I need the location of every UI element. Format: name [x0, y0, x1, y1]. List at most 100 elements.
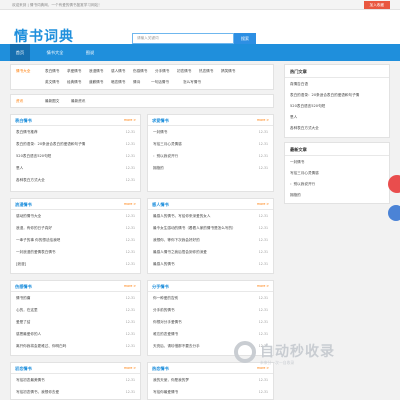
- header: 情书词典 请输入关键词 搜索: [0, 10, 400, 46]
- more-link[interactable]: more >: [124, 202, 136, 206]
- sidebar-item[interactable]: 写给三月心灵情感: [290, 171, 319, 176]
- float-top-icon[interactable]: [388, 205, 400, 221]
- list-item[interactable]: 各种表白方式大全: [16, 178, 45, 183]
- panel-title[interactable]: 伤感情书: [15, 284, 32, 290]
- category-link[interactable]: 伤感情书: [133, 69, 147, 74]
- tab-latest-news[interactable]: 最新资讯: [71, 99, 85, 104]
- list-item[interactable]: 心的，在这里: [16, 308, 38, 313]
- nav-item-home[interactable]: 首页: [10, 44, 30, 61]
- sidebar-item[interactable]: 拥抱的: [290, 193, 301, 198]
- sidebar-item[interactable]: ：别以我说开行: [290, 182, 315, 187]
- list-date: 12-31: [125, 378, 135, 382]
- category-link[interactable]: 一句话情书: [151, 80, 169, 85]
- category-link[interactable]: 暗恋情书: [111, 80, 125, 85]
- divider: [285, 155, 389, 156]
- list-item[interactable]: 写给初恋最美情书: [16, 378, 45, 383]
- news-bar-title: 资讯: [16, 99, 24, 103]
- more-link[interactable]: more >: [124, 366, 136, 370]
- panel-courtship: 求爱情书 more > 一封情书 12-31 写给三月心灵情感 12-31 ：别…: [147, 114, 274, 192]
- list-item[interactable]: 拥抱的: [153, 166, 164, 171]
- list-date: 12-31: [258, 166, 268, 170]
- panel-title[interactable]: 热恋情书: [152, 366, 169, 372]
- list-item[interactable]: 最感人的情书，写给你来深爱的女人: [153, 214, 211, 219]
- category-link[interactable]: 怎么写情书: [183, 80, 201, 85]
- category-link[interactable]: 浪漫情书: [89, 69, 103, 74]
- list-date: 12-31: [258, 250, 268, 254]
- list-item[interactable]: [浪漫]: [16, 262, 26, 267]
- list-item[interactable]: 写给初恋情书，我想你去爱: [16, 390, 59, 395]
- panel-title[interactable]: 感人情书: [152, 202, 169, 208]
- panel-title[interactable]: 求爱情书: [152, 118, 169, 124]
- list-item[interactable]: 离开你我将会更难过、你明白吗: [16, 344, 66, 349]
- category-link[interactable]: 道歉情书: [89, 80, 103, 85]
- more-link[interactable]: more >: [124, 118, 136, 122]
- list-item[interactable]: 最感人的情书: [153, 262, 175, 267]
- panel-title[interactable]: 初恋情书: [15, 366, 32, 372]
- panel-title[interactable]: 表白情书: [15, 118, 32, 124]
- sidebar-item[interactable]: 520表白语言520句短: [290, 104, 325, 109]
- list-item[interactable]: 感动的情书大全: [16, 214, 41, 219]
- list-item[interactable]: 写给你最爱情书: [153, 390, 178, 395]
- category-link[interactable]: 热恋情书: [199, 69, 213, 74]
- list-item[interactable]: 分手前的情书: [153, 308, 175, 313]
- list-date: 12-31: [125, 154, 135, 158]
- category-link[interactable]: 感人情书: [111, 69, 125, 74]
- sidebar-item[interactable]: 各种表白方式大全: [290, 126, 319, 131]
- tab-latest-pictures[interactable]: 最新图文: [45, 99, 59, 104]
- category-link[interactable]: 搞笑情书: [221, 69, 235, 74]
- float-share-icon[interactable]: [388, 175, 400, 193]
- category-link[interactable]: 求爱情书: [67, 69, 81, 74]
- list-item[interactable]: 情书的痛: [16, 296, 30, 301]
- panel-sad: 伤感情书 more > 情书的痛 12-31 心的，在这里 12-31 爱是了结…: [10, 280, 141, 356]
- list-item[interactable]: 浪漫，有你的日子真好: [16, 226, 52, 231]
- list-item[interactable]: 表白的语录：20条适合表白的爱语和句子情: [16, 142, 85, 147]
- more-link[interactable]: more >: [257, 118, 269, 122]
- list-item[interactable]: 表白情书推荐: [16, 130, 38, 135]
- category-link[interactable]: 初恋情书: [177, 69, 191, 74]
- list-date: 12-31: [258, 308, 268, 312]
- category-link[interactable]: 表白情书: [45, 69, 59, 74]
- list-item[interactable]: 一辈子的事 你的想法给我吧: [16, 238, 60, 243]
- list-item[interactable]: 一封情书: [153, 130, 167, 135]
- watermark-text: 自动秒收录: [260, 344, 335, 360]
- list-item[interactable]: 我想你，等你下次我会好好的: [153, 238, 200, 243]
- list-item[interactable]: 难忘的恋爱情书: [153, 332, 178, 337]
- nav-item-loveletters[interactable]: 情书大全: [38, 44, 72, 61]
- category-link[interactable]: 英文情书: [45, 80, 59, 85]
- search-button[interactable]: 搜索: [234, 33, 256, 44]
- list-item[interactable]: 爱是了结: [16, 320, 30, 325]
- more-link[interactable]: more >: [124, 284, 136, 288]
- category-link[interactable]: 情诗: [133, 80, 140, 85]
- list-date: 12-31: [258, 226, 268, 230]
- join-favorites-button[interactable]: 加入收藏: [363, 1, 390, 9]
- sidebar-item[interactable]: 恩人: [290, 115, 297, 120]
- list-item[interactable]: 写给三月心灵情感: [153, 142, 182, 147]
- panel-title[interactable]: 分手情书: [152, 284, 169, 290]
- category-link[interactable]: 分手情书: [155, 69, 169, 74]
- more-link[interactable]: more >: [257, 284, 269, 288]
- list-item[interactable]: 你一种爱的告别: [153, 296, 178, 301]
- list-item[interactable]: 天亮后，请珍惜那不要去分手: [153, 344, 200, 349]
- list-date: 12-31: [125, 332, 135, 336]
- sidebar-item[interactable]: 一封情书: [290, 160, 304, 165]
- category-link[interactable]: 经典情书: [67, 80, 81, 85]
- sidebar-item[interactable]: 真情告白语: [290, 82, 308, 87]
- search-input[interactable]: 请输入关键词: [132, 33, 234, 44]
- panel-title[interactable]: 浪漫情书: [15, 202, 32, 208]
- list-item[interactable]: 感恩最爱你的人: [16, 332, 41, 337]
- list-item[interactable]: 520表白语言520句短: [16, 154, 51, 159]
- list-item[interactable]: 我的天使，你是我的梦: [153, 378, 189, 383]
- list-date: 12-31: [125, 262, 135, 266]
- site-logo[interactable]: 情书词典: [14, 26, 74, 46]
- nav-item-pictures[interactable]: 图说: [80, 44, 100, 61]
- list-item[interactable]: 最感人情书之我后悟会到你的深爱: [153, 250, 207, 255]
- divider: [148, 125, 273, 126]
- list-item[interactable]: 你想对分手爱情书: [153, 320, 182, 325]
- watermark-subtext: 未来分一次一自收录: [260, 360, 295, 365]
- list-item[interactable]: 最令女生感动的情书（看看人家的情书是怎么写的）: [153, 226, 236, 231]
- more-link[interactable]: more >: [257, 202, 269, 206]
- sidebar-item[interactable]: 表白的语录：20条适合表白的爱语和句子情: [290, 93, 359, 98]
- list-item[interactable]: 恩人: [16, 166, 23, 171]
- list-item[interactable]: ：别以我说开行: [153, 154, 178, 159]
- list-item[interactable]: 一封浪漫的爱情表白情书: [16, 250, 56, 255]
